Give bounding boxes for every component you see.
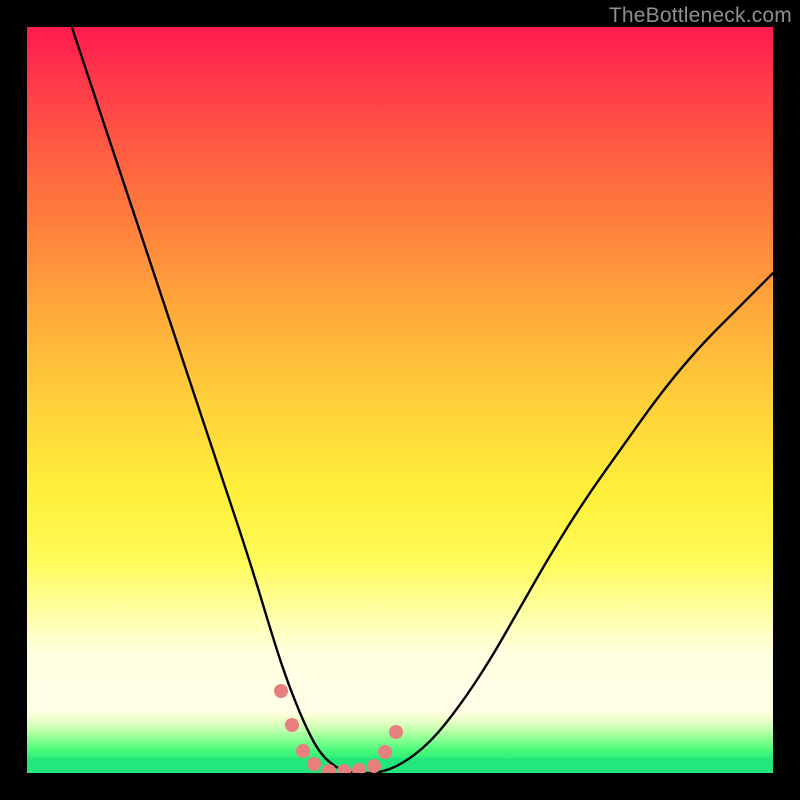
optimal-range-dot — [307, 757, 321, 771]
optimal-range-dot — [378, 745, 392, 759]
plot-area — [27, 27, 773, 773]
optimal-range-dot — [296, 744, 310, 758]
optimal-range-dot — [389, 725, 403, 739]
outer-black-frame: TheBottleneck.com — [0, 0, 800, 800]
optimal-range-dot — [367, 759, 381, 773]
watermark-text: TheBottleneck.com — [609, 4, 792, 28]
optimal-range-dot — [352, 763, 366, 773]
optimal-range-dot — [285, 718, 299, 732]
optimal-range-dot — [322, 764, 336, 773]
optimal-range-dot — [274, 684, 288, 698]
optimal-range-markers — [27, 27, 773, 773]
optimal-range-dot — [337, 764, 351, 773]
